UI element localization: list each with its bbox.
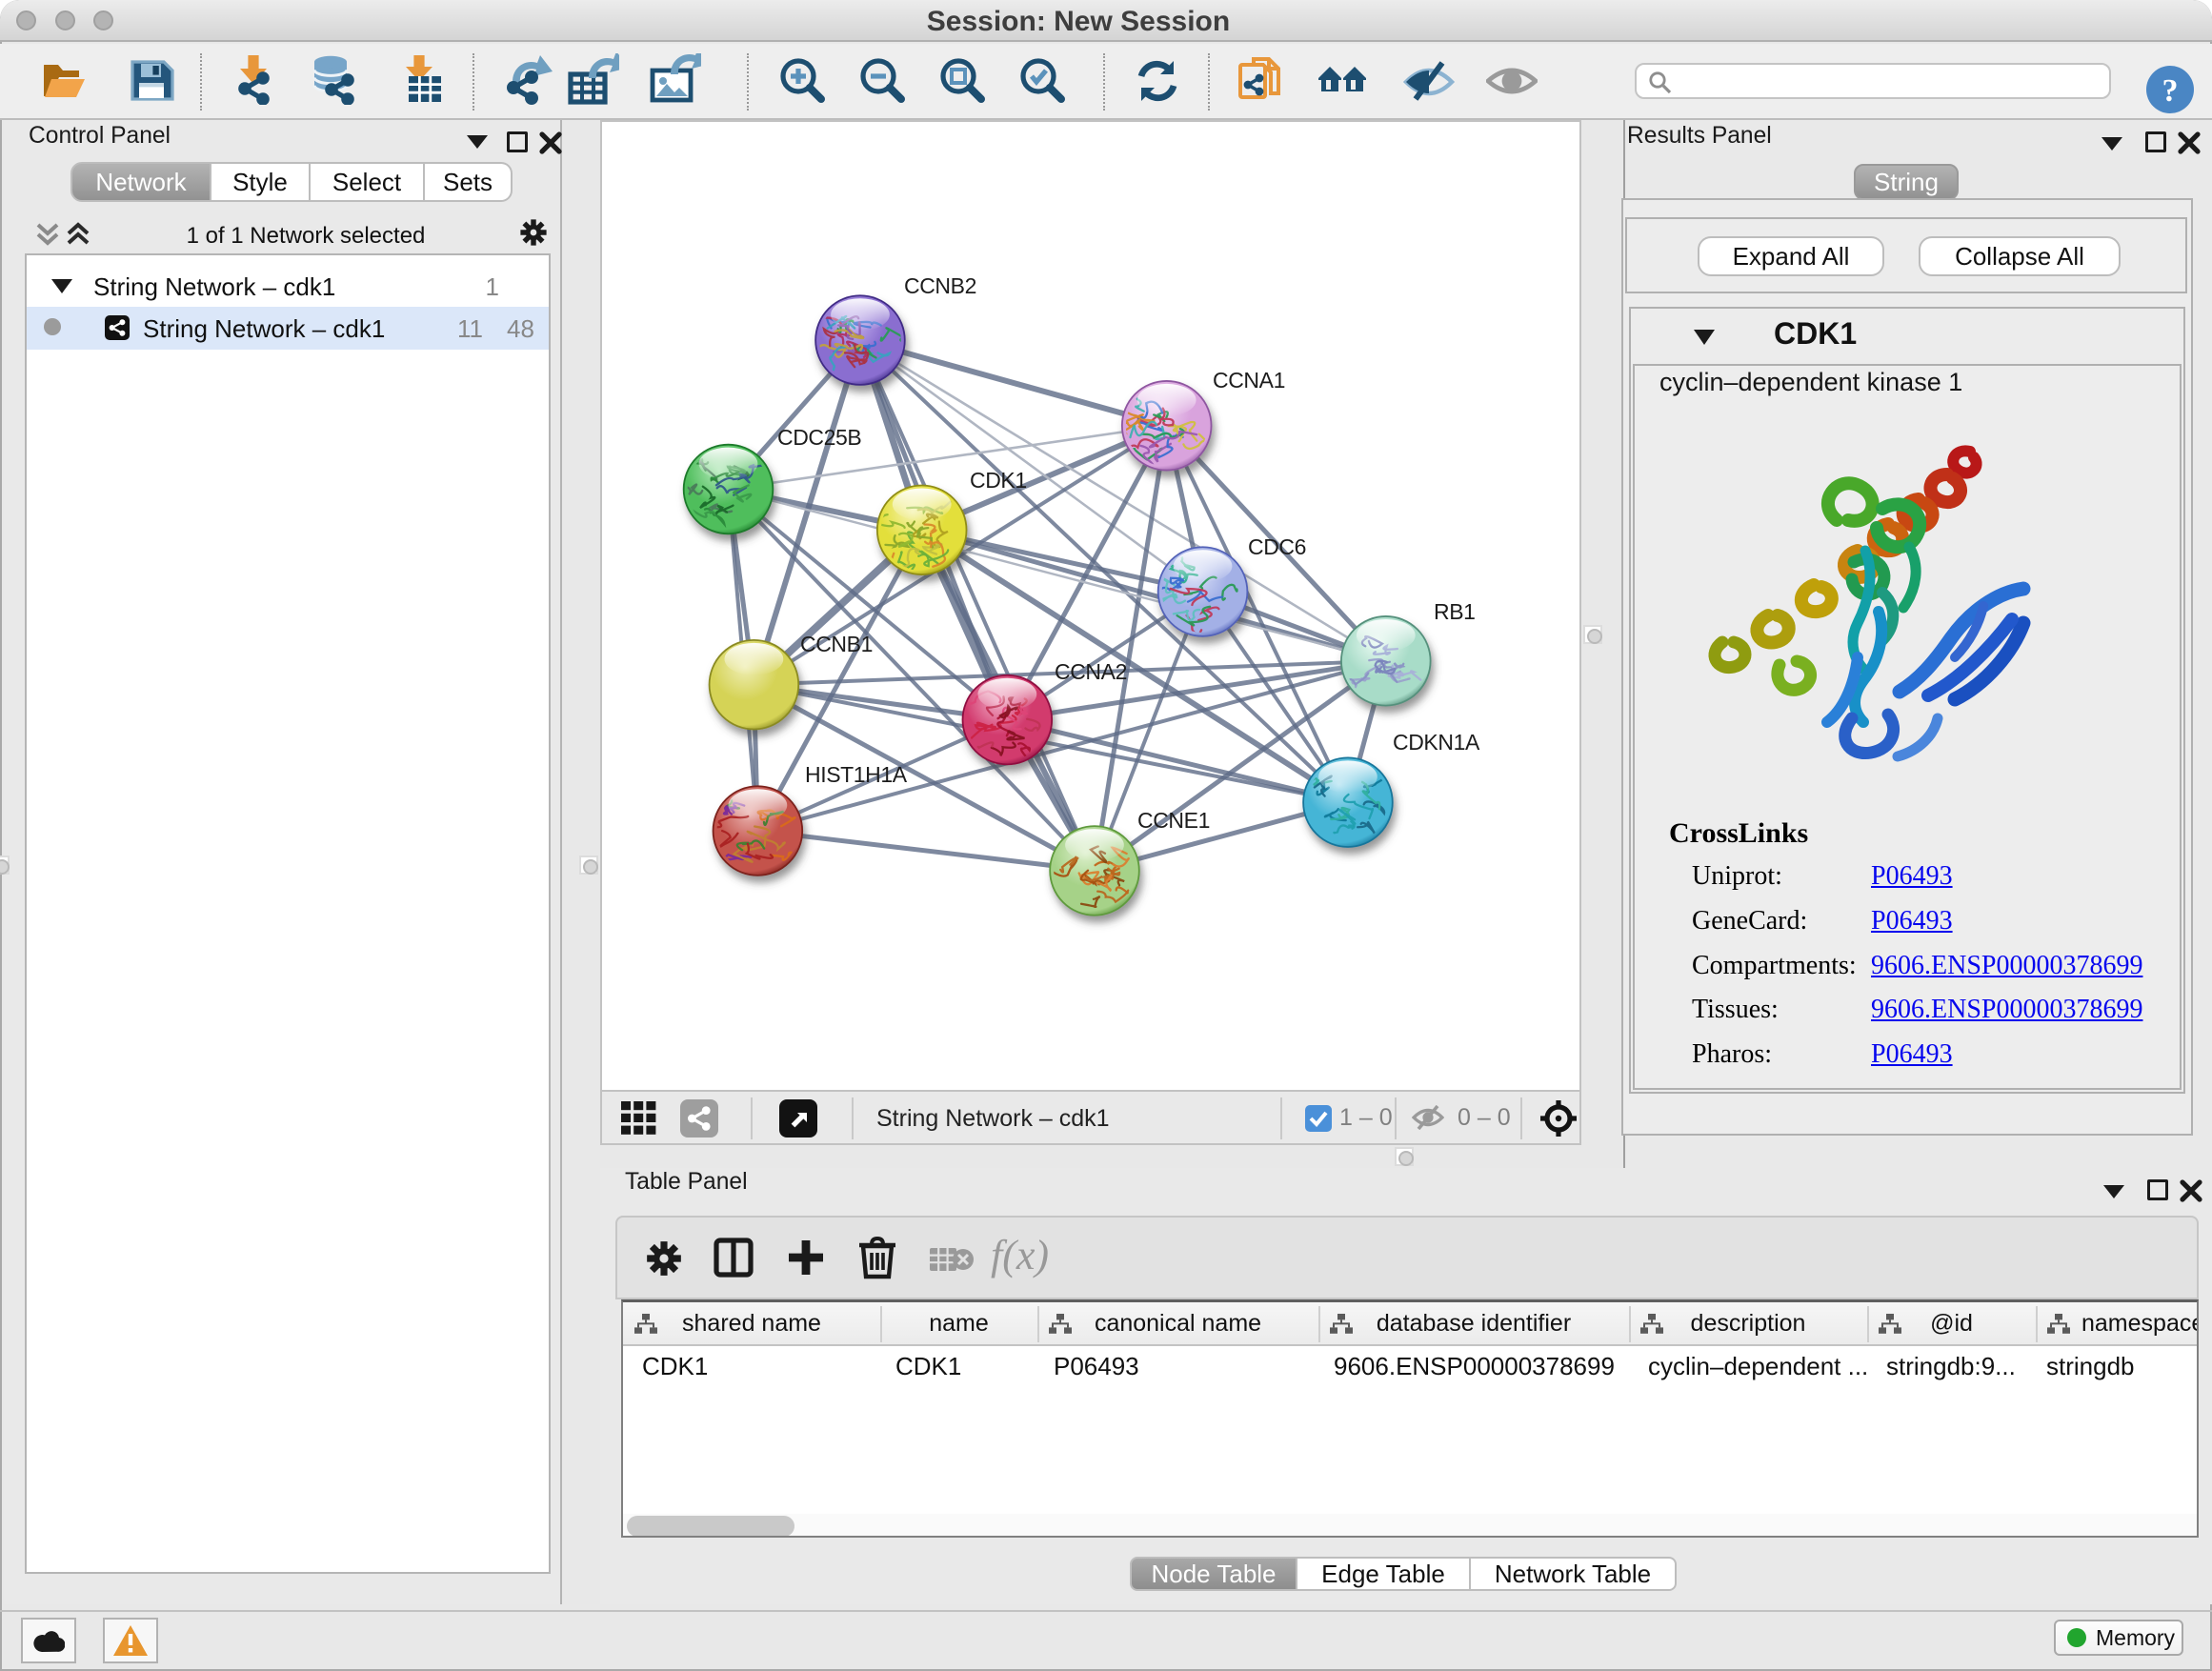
svg-text:?: ? xyxy=(2162,73,2179,109)
